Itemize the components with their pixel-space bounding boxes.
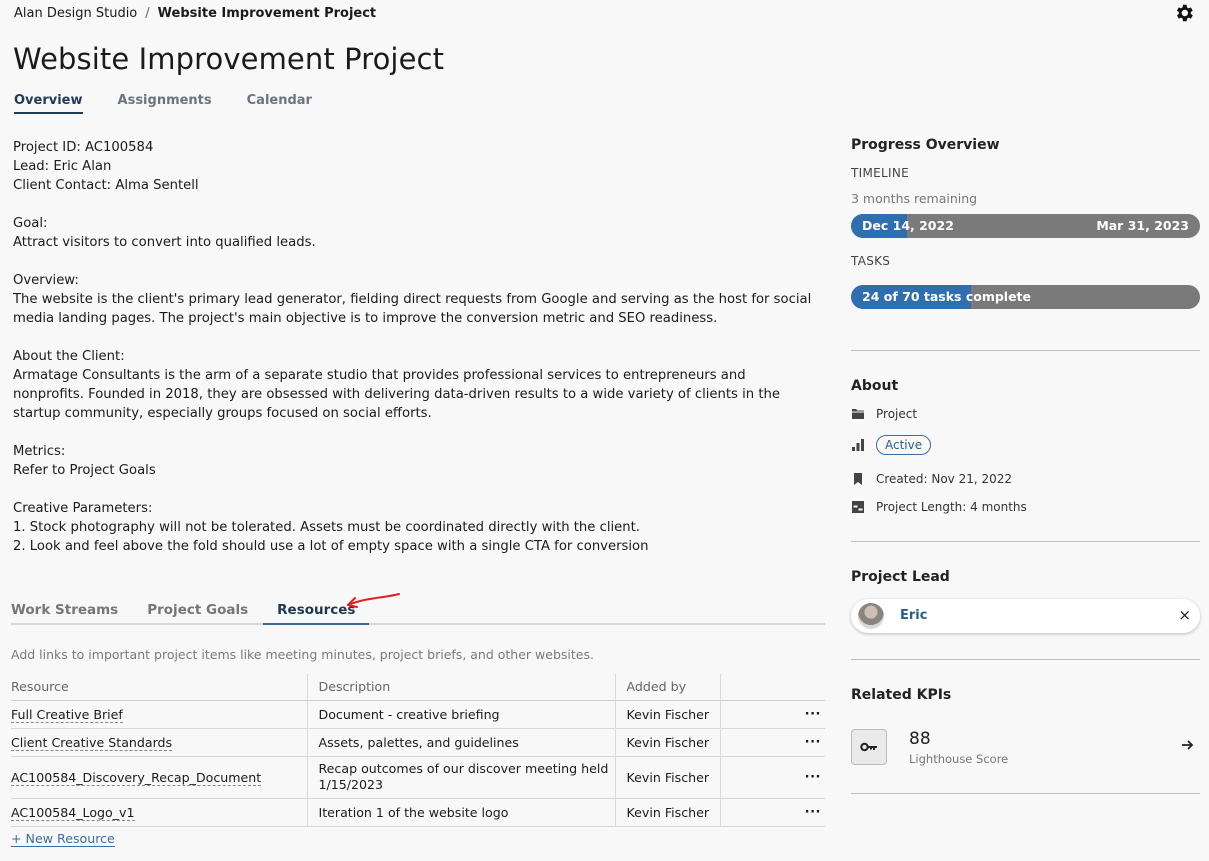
calendar-range-icon xyxy=(852,501,864,513)
kpi-value: 88 xyxy=(909,729,931,749)
about-client-text: Armatage Consultants is the arm of a sep… xyxy=(13,368,746,383)
overview-label: Overview: xyxy=(13,273,79,288)
divider xyxy=(851,659,1200,660)
column-header-resource: Resource xyxy=(11,674,307,701)
resource-link[interactable]: Client Creative Standards xyxy=(11,734,173,751)
project-lead-name[interactable]: Eric xyxy=(900,608,927,623)
sub-tabs: Work Streams Project Goals Resources xyxy=(11,602,825,625)
about-length-row: Project Length: 4 months xyxy=(851,500,1027,514)
tab-calendar[interactable]: Calendar xyxy=(247,93,312,114)
project-lead-title: Project Lead xyxy=(851,569,950,585)
tab-project-goals[interactable]: Project Goals xyxy=(147,602,248,625)
folder-icon xyxy=(852,409,864,419)
project-id: Project ID: AC100584 xyxy=(13,140,154,155)
annotation-arrow-icon xyxy=(347,593,400,608)
key-icon xyxy=(851,729,887,765)
tab-overview[interactable]: Overview xyxy=(14,93,83,114)
creative-label: Creative Parameters: xyxy=(13,501,153,516)
table-row: Client Creative Standards Assets, palett… xyxy=(11,728,825,757)
resource-description-line: 1/15/2023 xyxy=(318,777,384,792)
project-lead-line: Lead: Eric Alan xyxy=(13,159,112,174)
arrow-right-icon[interactable] xyxy=(1180,738,1194,752)
client-contact: Client Contact: Alma Sentell xyxy=(13,178,199,193)
resource-description: Document - creative briefing xyxy=(306,700,615,729)
more-options-icon[interactable]: ··· xyxy=(805,707,821,722)
project-lead-card: Eric × xyxy=(851,599,1200,633)
divider xyxy=(851,350,1200,351)
related-kpis-title: Related KPIs xyxy=(851,687,952,703)
page-title: Website Improvement Project xyxy=(13,42,445,76)
kpi-label: Lighthouse Score xyxy=(909,752,1009,766)
tasks-progress-text: 24 of 70 tasks complete xyxy=(862,289,1032,304)
resource-link[interactable]: Full Creative Brief xyxy=(11,706,123,723)
about-type-row: Project xyxy=(851,407,917,421)
overview-text: The website is the client's primary lead… xyxy=(13,292,812,307)
resource-link[interactable]: AC100584_Discovery_Recap_Document xyxy=(11,769,262,786)
about-created-row: Created: Nov 21, 2022 xyxy=(851,472,1012,486)
bookmark-icon xyxy=(854,473,862,485)
about-created: Created: Nov 21, 2022 xyxy=(876,472,1013,486)
breadcrumb-separator: / xyxy=(145,6,150,21)
tab-assignments[interactable]: Assignments xyxy=(118,93,212,114)
creative-item: 1. Stock photography will not be tolerat… xyxy=(13,520,640,535)
resource-added-by: Kevin Fischer xyxy=(614,798,720,827)
timeline-remaining: 3 months remaining xyxy=(851,191,978,206)
more-options-icon[interactable]: ··· xyxy=(805,805,821,820)
breadcrumb: Alan Design Studio / Website Improvement… xyxy=(14,6,376,21)
divider xyxy=(851,793,1200,794)
resource-description-line: Recap outcomes of our discover meeting h… xyxy=(318,761,609,776)
table-row: AC100584_Discovery_Recap_Document Recap … xyxy=(11,756,825,799)
column-header-actions xyxy=(719,674,825,701)
resource-added-by: Kevin Fischer xyxy=(614,728,720,757)
metrics-text: Refer to Project Goals xyxy=(13,463,156,478)
progress-overview-title: Progress Overview xyxy=(851,137,1000,153)
new-resource-link[interactable]: + New Resource xyxy=(11,831,115,847)
status-badge: Active xyxy=(876,435,932,455)
table-row: AC100584_Logo_v1 Iteration 1 of the webs… xyxy=(11,798,825,827)
goal-text: Attract visitors to convert into qualifi… xyxy=(13,235,316,250)
project-description: Project ID: AC100584 Lead: Eric Alan Cli… xyxy=(13,138,833,556)
close-icon[interactable]: × xyxy=(1178,606,1191,624)
resources-table: Resource Description Added by Full Creat… xyxy=(11,674,825,827)
column-header-description: Description xyxy=(306,674,615,701)
resource-added-by: Kevin Fischer xyxy=(614,700,720,729)
overview-text: media landing pages. The project's main … xyxy=(13,311,718,326)
breadcrumb-studio-link[interactable]: Alan Design Studio xyxy=(14,6,137,21)
resource-link[interactable]: AC100584_Logo_v1 xyxy=(11,804,135,821)
resource-description: Assets, palettes, and guidelines xyxy=(306,728,615,757)
more-options-icon[interactable]: ··· xyxy=(805,770,821,785)
more-options-icon[interactable]: ··· xyxy=(805,735,821,750)
creative-item: 2. Look and feel above the fold should u… xyxy=(13,539,649,554)
tasks-label: TASKS xyxy=(851,254,891,268)
resource-description: Iteration 1 of the website logo xyxy=(306,798,615,827)
avatar xyxy=(858,603,884,629)
resource-description: Recap outcomes of our discover meeting h… xyxy=(306,756,615,799)
timeline-bar: Dec 14, 2022 Mar 31, 2023 xyxy=(851,214,1200,238)
bar-chart-icon xyxy=(852,439,864,451)
table-row: Full Creative Brief Document - creative … xyxy=(11,700,825,729)
about-length: Project Length: 4 months xyxy=(876,500,1027,514)
breadcrumb-current: Website Improvement Project xyxy=(157,6,377,21)
metrics-label: Metrics: xyxy=(13,444,66,459)
timeline-label: TIMELINE xyxy=(851,166,909,180)
tasks-bar: 24 of 70 tasks complete xyxy=(851,285,1200,309)
tab-work-streams[interactable]: Work Streams xyxy=(11,602,118,625)
about-title: About xyxy=(851,378,899,394)
about-type: Project xyxy=(876,407,918,421)
goal-label: Goal: xyxy=(13,216,48,231)
resources-hint: Add links to important project items lik… xyxy=(11,647,594,662)
about-client-label: About the Client: xyxy=(13,349,125,364)
divider xyxy=(851,541,1200,542)
about-client-text: nonprofits. Founded in 2018, they are ob… xyxy=(13,387,780,402)
gear-icon[interactable] xyxy=(1173,2,1195,24)
timeline-end-date: Mar 31, 2023 xyxy=(1096,218,1189,233)
about-client-text: startup community, especially groups foc… xyxy=(13,406,432,421)
column-header-added-by: Added by xyxy=(614,674,720,701)
about-status-row: Active xyxy=(851,435,932,455)
resource-added-by: Kevin Fischer xyxy=(614,756,720,799)
timeline-start-date: Dec 14, 2022 xyxy=(862,218,954,233)
top-tabs: Overview Assignments Calendar xyxy=(14,93,312,114)
